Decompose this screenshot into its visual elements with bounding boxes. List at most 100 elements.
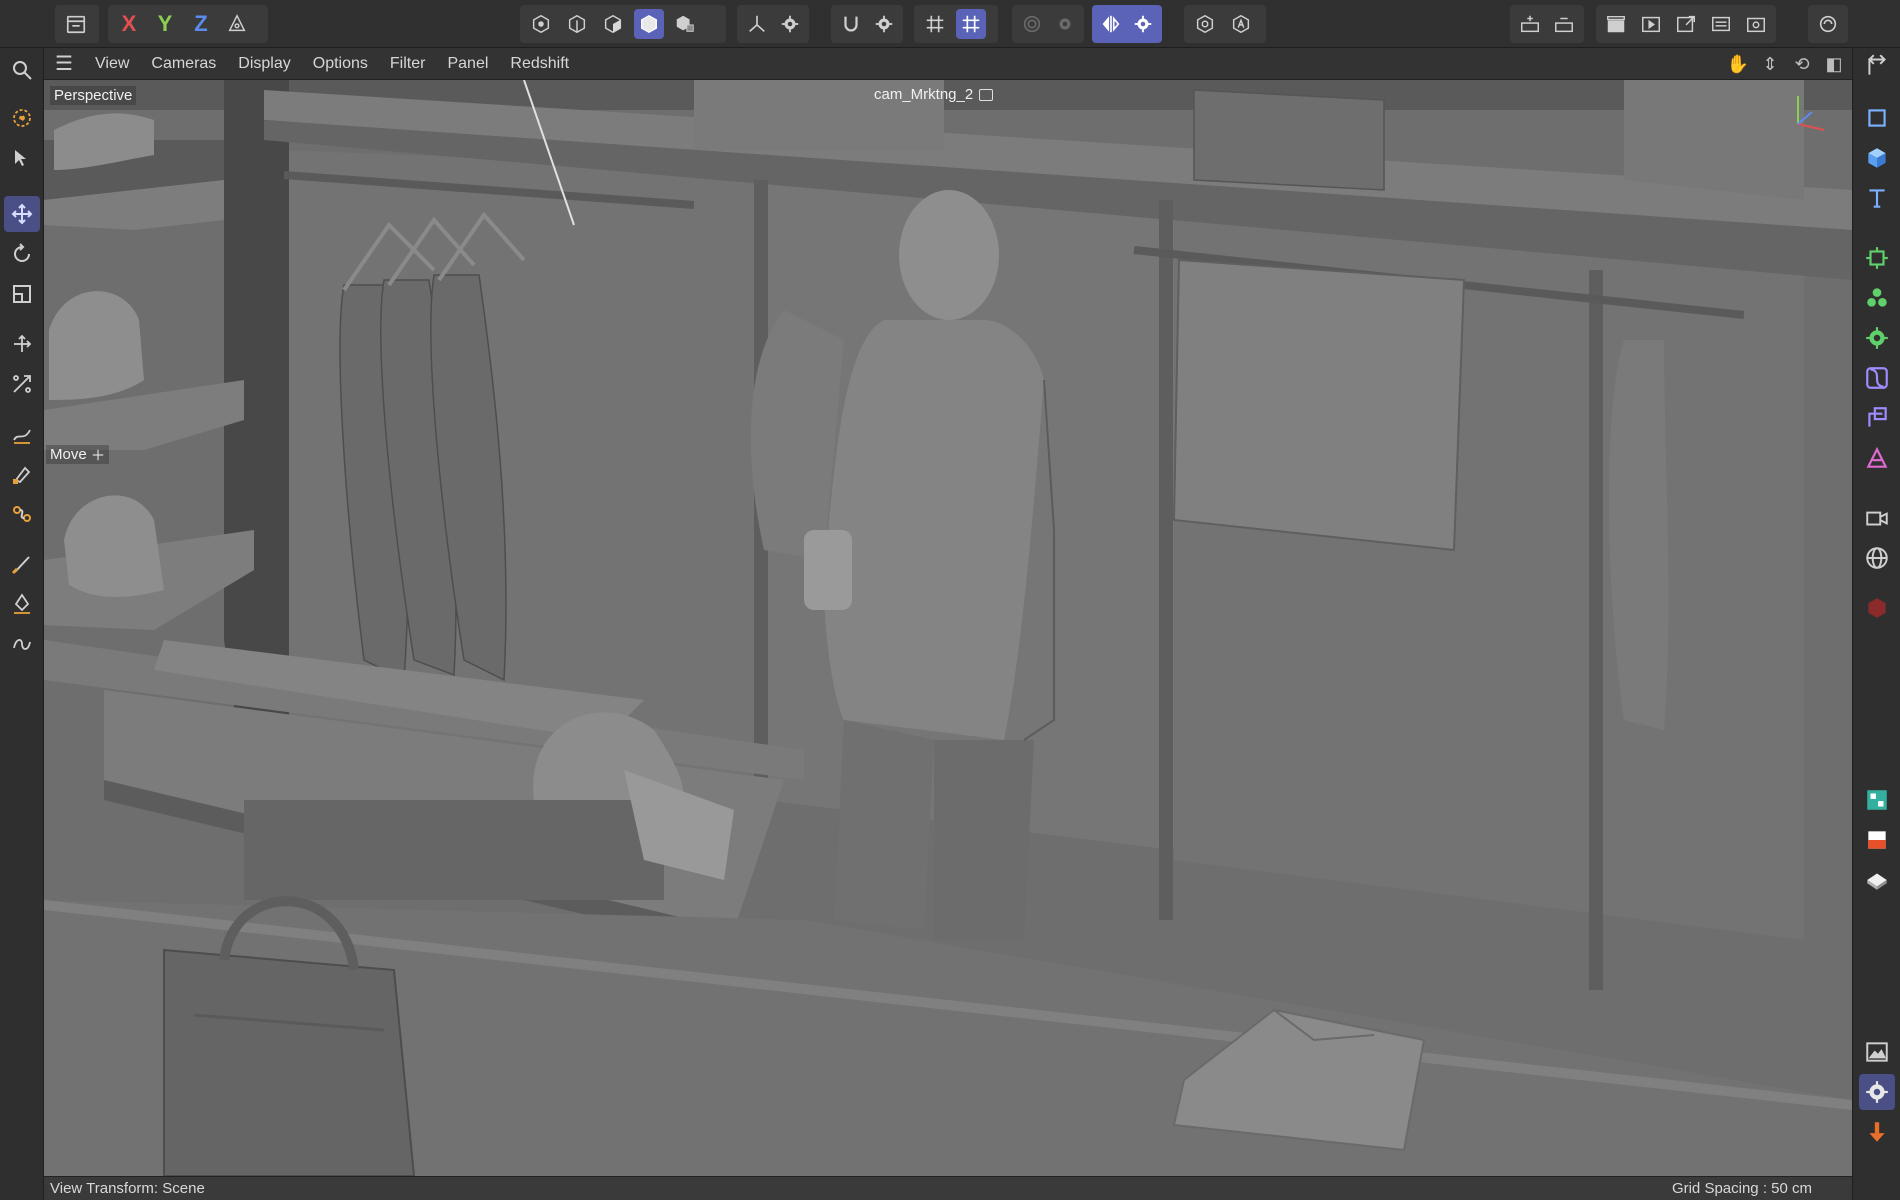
- points-mode-icon[interactable]: [526, 9, 556, 39]
- deformer-object-icon[interactable]: [1859, 360, 1895, 396]
- snap-magnet-icon[interactable]: [837, 9, 864, 39]
- dolly-arrows-icon[interactable]: ⇕: [1758, 52, 1782, 76]
- render-to-picture-viewer-icon[interactable]: [1637, 9, 1666, 39]
- picture-viewer-icon[interactable]: [1859, 1034, 1895, 1070]
- redshift-object-icon[interactable]: [1859, 590, 1895, 626]
- toggle-layout-icon[interactable]: ◧: [1822, 52, 1846, 76]
- cube-object-icon[interactable]: [1859, 140, 1895, 176]
- menu-cameras[interactable]: Cameras: [140, 48, 227, 80]
- spline-sketch-icon[interactable]: [4, 626, 40, 662]
- toolbar-group-axis-tool: [737, 5, 809, 43]
- spline-smooth-icon[interactable]: [4, 496, 40, 532]
- menu-display[interactable]: Display: [227, 48, 301, 80]
- toolbar-group-sync: [1808, 5, 1848, 43]
- layer-remove-icon[interactable]: [1550, 9, 1578, 39]
- tool-palette-left: [0, 48, 44, 1200]
- null-object-icon[interactable]: [1859, 100, 1895, 136]
- generator-object-icon[interactable]: [1859, 240, 1895, 276]
- toolbar-group-misc: [1184, 5, 1266, 43]
- spline-generator-icon[interactable]: [1859, 400, 1895, 436]
- toolbar-group-snap: [831, 5, 903, 43]
- settings-gear-icon[interactable]: [1859, 1074, 1895, 1110]
- object-manager-icon[interactable]: [61, 9, 91, 39]
- symmetry-icon[interactable]: [1098, 9, 1124, 39]
- effector-gear-icon[interactable]: [1859, 320, 1895, 356]
- viewport-camera-label[interactable]: cam_Mrktng_2: [874, 86, 994, 103]
- select-tool-icon[interactable]: [4, 140, 40, 176]
- toolbar-group-solo: [1012, 5, 1084, 43]
- lock-z-axis-button[interactable]: Z: [186, 9, 216, 39]
- sync-icon[interactable]: [1814, 9, 1842, 39]
- workplane-grid-icon[interactable]: [920, 9, 950, 39]
- solo-settings-gear-icon[interactable]: [1051, 9, 1078, 39]
- sky-object-icon[interactable]: [1859, 540, 1895, 576]
- lock-y-axis-button[interactable]: Y: [150, 9, 180, 39]
- viewport-menu-bar: ☰ View Cameras Display Options Filter Pa…: [44, 48, 1852, 80]
- scale-snap-tool-icon[interactable]: [4, 366, 40, 402]
- axis-gizmo-icon: [1797, 96, 1825, 131]
- menu-filter[interactable]: Filter: [379, 48, 437, 80]
- coordinate-system-icon[interactable]: [222, 9, 252, 39]
- move-tool-icon[interactable]: [4, 196, 40, 232]
- locked-workplane-icon[interactable]: [956, 9, 986, 39]
- orbit-icon[interactable]: ⟲: [1790, 52, 1814, 76]
- toolbar-group-object: [55, 5, 99, 43]
- transform-tool-icon[interactable]: [4, 326, 40, 362]
- hexagon-eye-icon[interactable]: [1190, 9, 1220, 39]
- uv-mode-icon[interactable]: [670, 9, 700, 39]
- toolbar-group-symmetry: [1092, 5, 1162, 43]
- live-selection-icon[interactable]: [4, 100, 40, 136]
- viewport-navigation: ✋ ⇕ ⟲ ◧: [1726, 48, 1846, 80]
- viewport-menu-icon[interactable]: ☰: [44, 48, 84, 80]
- active-tool-name: Move: [50, 446, 87, 463]
- axis-tool-icon[interactable]: [743, 9, 770, 39]
- menu-redshift[interactable]: Redshift: [499, 48, 580, 80]
- store-scene-render: [44, 80, 1852, 1176]
- material-ball-icon[interactable]: [1859, 862, 1895, 898]
- text-object-icon[interactable]: [1859, 180, 1895, 216]
- pen-tool-icon[interactable]: [4, 586, 40, 622]
- toolbar-group-render: [1596, 5, 1776, 43]
- auto-keying-icon[interactable]: [1226, 9, 1256, 39]
- menu-options[interactable]: Options: [302, 48, 379, 80]
- menu-view[interactable]: View: [84, 48, 140, 80]
- view-transform-label: View Transform: Scene: [50, 1180, 205, 1197]
- camera-name: cam_Mrktng_2: [874, 86, 974, 103]
- model-mode-icon[interactable]: [634, 9, 664, 39]
- 3d-viewport[interactable]: Perspective cam_Mrktng_2 Move: [44, 80, 1852, 1176]
- polygons-mode-icon[interactable]: [598, 9, 628, 39]
- sketch-tool-icon[interactable]: [4, 456, 40, 492]
- menu-panel[interactable]: Panel: [436, 48, 499, 80]
- snap-settings-gear-icon[interactable]: [870, 9, 897, 39]
- solo-icon[interactable]: [1018, 9, 1045, 39]
- grid-spacing-label: Grid Spacing : 50 cm: [1671, 1180, 1812, 1197]
- scene-nodes-icon[interactable]: [1859, 782, 1895, 818]
- symmetry-settings-gear-icon[interactable]: [1130, 9, 1156, 39]
- camera-object-icon[interactable]: [1859, 500, 1895, 536]
- move-tool-small-icon: [92, 449, 103, 460]
- brush-tool-icon[interactable]: [4, 546, 40, 582]
- edges-mode-icon[interactable]: [562, 9, 592, 39]
- render-view-icon[interactable]: [1602, 9, 1631, 39]
- render-settings-icon[interactable]: [1741, 9, 1770, 39]
- cinema4d-window: X Y Z ☰ View Cameras Display Options Fil…: [0, 0, 1900, 1200]
- export-render-icon[interactable]: [1672, 9, 1701, 39]
- viewport-view-label[interactable]: Perspective: [50, 86, 137, 105]
- spline-pen-icon[interactable]: [4, 416, 40, 452]
- bake-icon[interactable]: [1859, 1114, 1895, 1150]
- render-queue-icon[interactable]: [1706, 9, 1735, 39]
- rotate-tool-icon[interactable]: [4, 236, 40, 272]
- toolbar-group-layers: [1510, 5, 1584, 43]
- cloner-object-icon[interactable]: [1859, 280, 1895, 316]
- axis-settings-gear-icon[interactable]: [776, 9, 803, 39]
- coordinate-manager-icon[interactable]: [1859, 48, 1895, 84]
- pan-hand-icon[interactable]: ✋: [1726, 52, 1750, 76]
- field-object-icon[interactable]: [1859, 440, 1895, 476]
- redshift-render-icon[interactable]: [1859, 822, 1895, 858]
- lock-x-axis-button[interactable]: X: [114, 9, 144, 39]
- layer-add-icon[interactable]: [1516, 9, 1544, 39]
- camera-link-icon[interactable]: [979, 88, 994, 101]
- viewport-status-bar: View Transform: Scene Grid Spacing : 50 …: [44, 1176, 1852, 1200]
- search-icon[interactable]: [4, 52, 40, 88]
- scale-tool-icon[interactable]: [4, 276, 40, 312]
